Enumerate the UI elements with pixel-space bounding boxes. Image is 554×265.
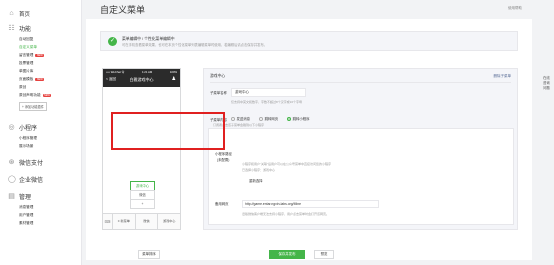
backup-page-label: 备用网页 <box>215 202 229 206</box>
delete-submenu-link[interactable]: 删除子菜单 <box>494 74 512 79</box>
sidebar-group-function: ☷ 功能 <box>0 24 81 33</box>
menu-button[interactable]: ≡ 新菜单 <box>113 214 136 229</box>
sidebar-item-users[interactable]: 用户管理 <box>0 211 81 219</box>
sidebar-item-label: 投票管理 <box>19 60 34 65</box>
bottom-toolbar: 菜单排序 保存并发布 预览 <box>86 250 532 265</box>
user-icon: ♟ <box>171 76 176 82</box>
phone-status-bar: •••• WeChat 令 1:21 AM 100% <box>106 70 177 74</box>
radio-label: 发送消息 <box>236 117 251 121</box>
content-type-radio[interactable]: 跳转小程序 <box>287 116 310 121</box>
name-hint: 仅支持中英文和数字，字数不超过8个汉字或16个字母 <box>231 100 303 104</box>
sidebar-item-function[interactable]: 原创 <box>0 83 81 91</box>
wechat-pay-icon: ⊛ <box>8 159 15 166</box>
function-list: 自动回复 自定义菜单 留言管理 NEW 投票管理 单图片库 页面模板 NEW 原创 原创声明功能 N… <box>0 35 81 99</box>
sidebar-group-label: 管理 <box>19 195 32 201</box>
menu-button[interactable]: 游戏中心 <box>158 214 180 229</box>
phone-menu-bar: ⌨ ≡ 新菜单 微信 游戏中心 <box>103 213 180 229</box>
radio-dot-icon <box>259 116 264 121</box>
sidebar-item-display-scene[interactable]: 展示场景 <box>0 142 81 150</box>
add-submenu-button[interactable]: + <box>130 199 155 209</box>
miniprogram-hint: 小程序和用户“关联”后用户可以在公众号菜单中直接访问您的小程序 <box>242 162 331 166</box>
online-help-tab[interactable]: 在线咨询问题 <box>543 76 552 91</box>
radio-label: 跳转网页 <box>264 117 279 121</box>
sidebar-group-enterprise[interactable]: ◯ 企业微信 <box>0 175 81 184</box>
notice-desc: 可在手机查看菜单效果，也可在本页个性化菜单列表编辑菜单时使用，若编辑后请点击保存… <box>122 43 268 47</box>
sidebar-home[interactable]: ⌂ 首页 <box>0 0 81 20</box>
time-label: 1:21 AM <box>141 70 153 74</box>
sidebar-item-label: 页面模板 <box>19 76 34 81</box>
sidebar-item-miniprogram-manage[interactable]: 小程序管理 <box>0 134 81 142</box>
sidebar-item-label: 原创声明功能 <box>19 92 41 97</box>
divider <box>210 82 511 83</box>
sidebar-item-label: 自动回复 <box>19 36 34 41</box>
sidebar-group-manage: ▤ 管理 <box>0 192 81 201</box>
battery-label: 100% <box>169 70 177 74</box>
phone-account-title: 白雅游戏中心 <box>129 77 154 82</box>
selected-miniprogram: 已选择小程序：游戏中心 <box>242 168 276 172</box>
sidebar-item-function[interactable]: 自动回复 <box>0 35 81 43</box>
sidebar-item-label: 自定义菜单 <box>19 44 37 49</box>
menu-button[interactable]: 微信 <box>136 214 159 229</box>
editor-title: 游戏中心 <box>210 74 226 78</box>
keyboard-icon[interactable]: ⌨ <box>103 214 113 229</box>
reselect-button[interactable]: 重新选择 <box>249 178 263 183</box>
sidebar-group-wechat-pay[interactable]: ⊛ 微信支付 <box>0 158 81 167</box>
sidebar-group-label: 小程序 <box>19 126 38 132</box>
page-title: 自定义菜单 <box>100 5 146 15</box>
radio-label: 跳转小程序 <box>292 117 310 121</box>
backup-url-input[interactable]: http://game.entar.ngxin-labs.org/Mine <box>242 200 379 208</box>
new-badge: NEW <box>42 93 52 97</box>
help-link[interactable]: 使用帮助 <box>508 6 522 11</box>
home-icon: ⌂ <box>9 10 14 17</box>
miniprogram-status: (未配置) <box>217 158 230 162</box>
manage-icon: ▤ <box>8 193 15 200</box>
new-badge: NEW <box>35 53 45 57</box>
sidebar-item-function[interactable]: 留言管理 NEW <box>0 51 81 59</box>
sidebar-group-label: 功能 <box>19 27 32 33</box>
content-type-radio[interactable]: 发送消息 <box>231 116 250 121</box>
enterprise-icon: ◯ <box>8 176 16 183</box>
menu-editor: 游戏中心 删除子菜单 子菜单名称 游戏中心 仅支持中英文和数字，字数不超过8个汉… <box>203 68 518 230</box>
sidebar-item-function[interactable]: 单图片库 <box>0 67 81 75</box>
function-icon: ☷ <box>8 25 15 32</box>
sidebar-item-label: 单图片库 <box>19 68 34 73</box>
sort-menu-button[interactable]: 菜单排序 <box>138 250 160 259</box>
backup-hint: 旧版微信客户端无法支持小程序，用户点击菜单时会打开该网页。 <box>242 212 330 216</box>
save-publish-button[interactable]: 保存并发布 <box>269 250 305 259</box>
phone-header: •••• WeChat 令 1:21 AM 100% < 返回 白雅游戏中心 ♟ <box>103 69 180 87</box>
miniprogram-path-label: 小程序路径 <box>215 152 232 156</box>
sidebar-item-label: 原创 <box>19 84 27 89</box>
add-plugin-button[interactable]: + 添加功能插件 <box>19 102 47 111</box>
radio-dot-icon <box>231 116 235 121</box>
sidebar-group-label: 微信支付 <box>19 161 44 167</box>
submenu-name-input[interactable]: 游戏中心 <box>231 88 306 97</box>
phone-body: 游戏中心 微信 + <box>103 87 180 213</box>
miniprogram-icon: ◎ <box>8 124 15 131</box>
radio-dot-icon <box>287 116 292 121</box>
sidebar: ⌂ 首页 ☷ 功能 自动回复 自定义菜单 留言管理 NEW 投票管理 单图片库 页面模板 NE… <box>0 0 82 265</box>
check-icon: ✓ <box>108 37 117 46</box>
sidebar-item-function[interactable]: 自定义菜单 <box>0 43 81 51</box>
sidebar-item-function[interactable]: 页面模板 NEW <box>0 75 81 83</box>
sidebar-item-function[interactable]: 投票管理 <box>0 59 81 67</box>
submenu-list: 游戏中心 微信 + <box>130 181 155 209</box>
highlight-box <box>111 112 225 150</box>
sidebar-item-label: 留言管理 <box>19 52 34 57</box>
sidebar-group-miniprogram: ◎ 小程序 <box>0 123 81 132</box>
name-label: 子菜单名称 <box>210 91 227 95</box>
sidebar-item-materials[interactable]: 素材管理 <box>0 219 81 227</box>
preview-button[interactable]: 预览 <box>314 250 334 259</box>
carrier-label: •••• WeChat 令 <box>106 70 125 74</box>
new-badge: NEW <box>35 77 45 81</box>
notice-banner: ✓ 菜单编辑中 / 个性化菜单编辑中 可在手机查看菜单效果，也可在本页个性化菜单… <box>100 31 518 51</box>
sidebar-item-messages[interactable]: 消息管理 <box>0 203 81 211</box>
content-type-radios: 发送消息 跳转网页 跳转小程序 <box>231 116 310 121</box>
miniprogram-panel: 订阅者点击该子菜单会跳到以下小程序 小程序路径 (未配置) 小程序和用户“关联”… <box>208 123 514 225</box>
content-type-radio[interactable]: 跳转网页 <box>259 116 278 121</box>
sidebar-home-label: 首页 <box>19 11 31 18</box>
sidebar-group-label: 企业微信 <box>19 178 44 184</box>
sidebar-item-function[interactable]: 原创声明功能 NEW <box>0 91 81 99</box>
